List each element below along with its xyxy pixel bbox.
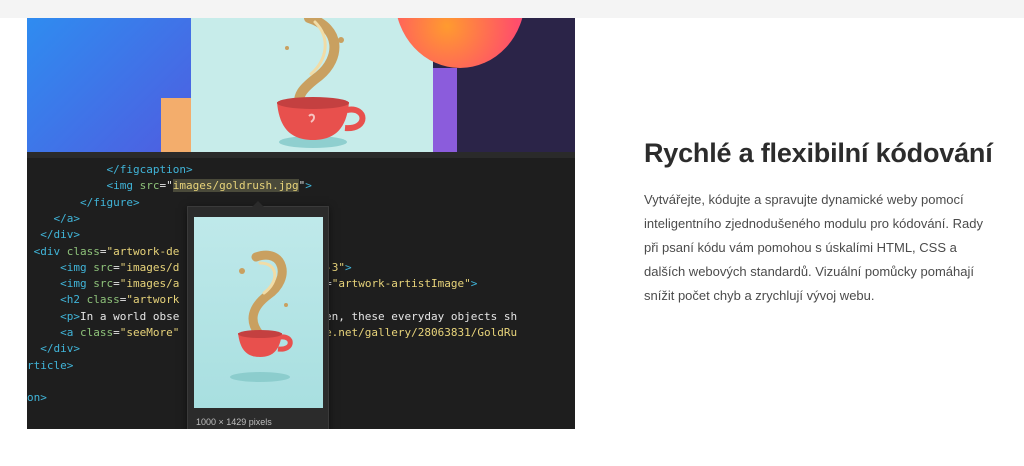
code-token: <div <box>33 244 67 258</box>
code-token: "artwork-de <box>106 244 180 258</box>
code-line[interactable]: <h2 class="artwork <box>27 292 179 308</box>
code-token: = <box>99 244 107 258</box>
description-line: dalších webových standardů. Vizuální pom… <box>644 264 975 279</box>
code-token: =" <box>159 179 173 193</box>
section-description: Vytvářejte, kódujte a spravujte dynamick… <box>644 188 1004 308</box>
code-line[interactable]: rticle> <box>27 358 73 374</box>
code-token: </figcaption> <box>106 163 193 176</box>
code-line[interactable]: </a> <box>27 211 81 227</box>
gold-splash-cup-image <box>277 18 366 148</box>
code-token: <img <box>106 179 140 193</box>
code-token: <a <box>60 326 80 339</box>
artwork-purple-block <box>433 68 457 152</box>
code-token: on> <box>27 391 47 405</box>
artwork-preview <box>27 18 575 152</box>
preview-cup-image <box>230 250 293 382</box>
code-token: = <box>113 277 120 291</box>
code-token: </a> <box>53 211 81 225</box>
code-line[interactable]: </div> <box>27 227 80 243</box>
code-token: "artwork <box>126 293 180 307</box>
code-token: class <box>80 326 114 339</box>
code-line[interactable]: </div> <box>27 341 80 357</box>
code-line[interactable]: <img src="images/goldrush.jpg"> <box>27 178 312 194</box>
popup-arrow <box>252 201 264 207</box>
description-line: snížit počet chyb a zrychlují vývoj webu… <box>644 288 875 303</box>
code-line[interactable]: </figcaption> <box>27 162 193 178</box>
code-token: = <box>113 326 120 339</box>
section-title: Rychlé a flexibilní kódování <box>644 138 993 168</box>
code-line[interactable]: on> <box>27 390 47 406</box>
code-token: src <box>93 277 114 291</box>
code-token: </div> <box>40 342 80 356</box>
description-line: inteligentního zjednodušeného modulu pro… <box>644 216 983 231</box>
top-bar <box>0 0 1024 18</box>
preview-image <box>194 217 323 408</box>
code-token: "images/a <box>119 277 180 291</box>
code-token: "images/d <box>119 260 180 274</box>
description-line: Vytvářejte, kódujte a spravujte dynamick… <box>644 192 964 207</box>
code-token: class <box>66 244 100 258</box>
code-token: <p> <box>60 309 80 323</box>
code-token: images/goldrush.jpg <box>172 179 299 193</box>
code-token: <img <box>60 260 94 274</box>
code-line[interactable]: <div class="artwork-de <box>27 244 180 260</box>
code-token: <h2 <box>60 293 87 307</box>
code-line[interactable]: </figure> <box>27 195 140 211</box>
code-token: "seeMore" <box>119 326 180 339</box>
code-token: </figure> <box>79 195 140 209</box>
code-token: src <box>93 260 114 274</box>
code-token: > <box>305 179 312 193</box>
code-token: rticle> <box>27 358 74 372</box>
code-token: > <box>470 277 478 291</box>
code-token: src <box>139 179 160 193</box>
code-token: <img <box>60 277 94 291</box>
description-line: při psaní kódu vám pomohou s úskalími HT… <box>644 240 957 255</box>
code-token: = <box>113 260 120 274</box>
code-token: > <box>344 260 352 274</box>
code-token: class <box>86 293 120 307</box>
artwork-orange-block <box>161 98 191 152</box>
code-token: "artwork-artistImage" <box>331 277 471 291</box>
code-token: </div> <box>40 228 80 242</box>
image-dimensions-label: 1000 × 1429 pixels <box>196 417 272 427</box>
dreamweaver-screenshot: </figcaption> <img src="images/goldrush.… <box>27 18 575 429</box>
image-hover-preview: 1000 × 1429 pixels <box>187 201 329 429</box>
